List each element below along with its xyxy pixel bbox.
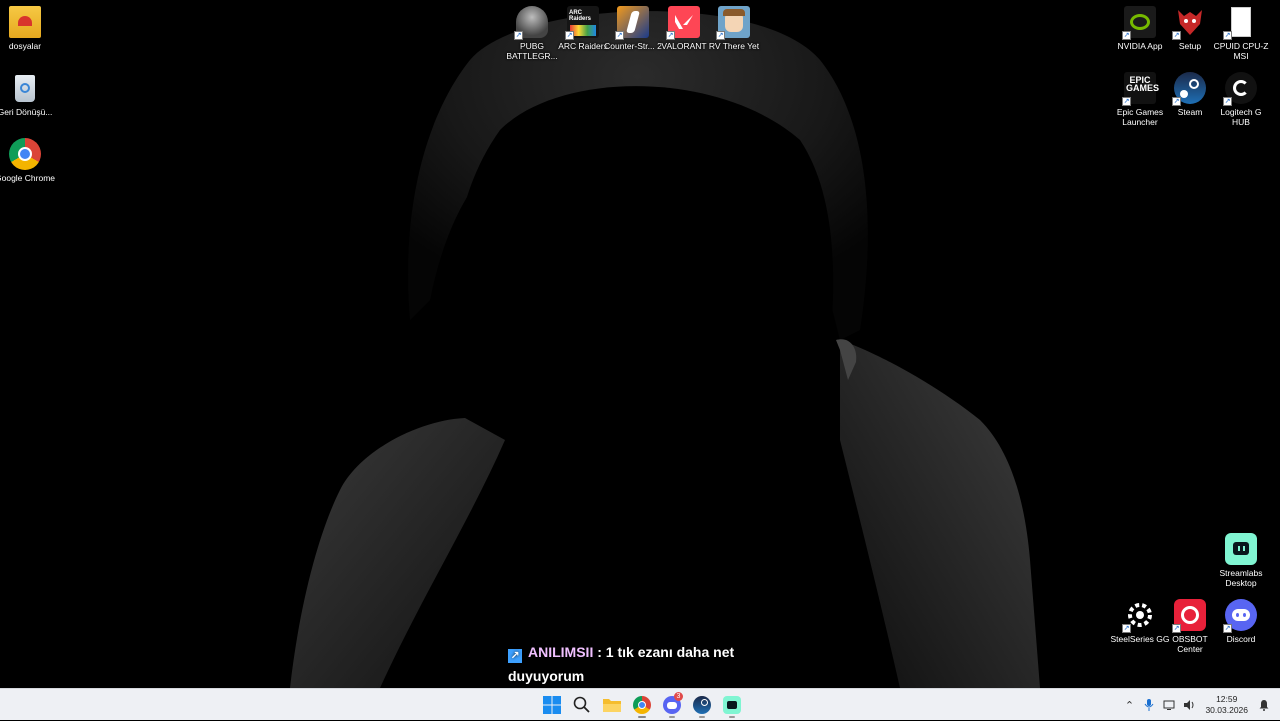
shortcut-arrow-icon: ↗ xyxy=(615,31,624,40)
desktop-icon-label: RV There Yet xyxy=(708,41,760,51)
chat-username: ANILIMSII xyxy=(528,644,594,660)
file-explorer-button[interactable] xyxy=(600,691,624,719)
desktop-icon-discord[interactable]: ↗ Discord xyxy=(1211,599,1271,644)
steam-icon xyxy=(693,696,711,714)
desktop-icon-label: CPUID CPU-Z MSI xyxy=(1213,41,1269,61)
steelseries-icon: ↗ xyxy=(1122,599,1156,633)
valorant-icon: ↗ xyxy=(666,6,700,40)
chrome-icon xyxy=(9,138,41,170)
obsbot-icon: ↗ xyxy=(1172,599,1206,633)
streamlabs-taskbar-button[interactable] xyxy=(720,691,744,719)
desktop-icon-label: Streamlabs Desktop xyxy=(1219,568,1263,588)
desktop-icon-cpuid-cpu-z[interactable]: ↗ CPUID CPU-Z MSI xyxy=(1211,6,1271,61)
epic-games-icon: EPIC GAMES ↗ xyxy=(1122,72,1160,106)
desktop-icon-label: Discord xyxy=(1226,634,1256,644)
notification-badge: 3 xyxy=(674,692,683,701)
system-tray: ⌃ 12:59 30.03.2026 xyxy=(1119,689,1280,721)
chat-badge-icon: ↗ xyxy=(508,649,522,663)
microphone-icon xyxy=(1145,699,1154,711)
notifications-button[interactable] xyxy=(1254,695,1274,715)
desktop-icon-recycle-bin[interactable]: Geri Dönüşü... xyxy=(0,72,55,117)
pubg-icon: ↗ xyxy=(514,6,548,40)
counter-strike-icon: ↗ xyxy=(615,6,649,40)
steam-taskbar-button[interactable] xyxy=(690,691,714,719)
network-icon xyxy=(1163,700,1175,710)
streamlabs-icon xyxy=(723,696,741,714)
desktop-icon-label: Google Chrome xyxy=(0,173,56,183)
windows-start-icon xyxy=(543,696,561,714)
discord-icon: ↗ xyxy=(1223,599,1257,633)
shortcut-arrow-icon: ↗ xyxy=(716,31,725,40)
shortcut-arrow-icon: ↗ xyxy=(1172,31,1181,40)
arc-logo-text: ARC Raiders xyxy=(569,10,592,22)
shortcut-arrow-icon: ↗ xyxy=(565,31,574,40)
logitech-icon: ↗ xyxy=(1223,72,1257,106)
desktop-icon-label: Logitech G HUB xyxy=(1220,107,1262,127)
bell-icon xyxy=(1259,700,1269,711)
shortcut-arrow-icon: ↗ xyxy=(1172,624,1181,633)
show-hidden-icons-button[interactable]: ⌃ xyxy=(1119,695,1139,715)
desktop-icon-dosyalar[interactable]: dosyalar xyxy=(0,6,55,51)
discord-taskbar-button[interactable]: 3 xyxy=(660,691,684,719)
network-button[interactable] xyxy=(1159,695,1179,715)
search-button[interactable] xyxy=(570,691,594,719)
start-button[interactable] xyxy=(540,691,564,719)
taskbar-apps: 3 xyxy=(540,689,744,721)
clock-date: 30.03.2026 xyxy=(1205,705,1248,715)
shortcut-arrow-icon: ↗ xyxy=(1223,97,1232,106)
clock[interactable]: 12:59 30.03.2026 xyxy=(1205,694,1248,716)
shortcut-arrow-icon: ↗ xyxy=(1122,97,1131,106)
shortcut-arrow-icon: ↗ xyxy=(514,31,523,40)
chevron-up-icon: ⌃ xyxy=(1124,699,1135,712)
search-icon xyxy=(573,696,590,713)
desktop-wallpaper xyxy=(0,0,1280,688)
desktop-icon-rv-there-yet[interactable]: ↗ RV There Yet xyxy=(704,6,764,51)
desktop-icon-logitech-g-hub[interactable]: ↗ Logitech G HUB xyxy=(1211,72,1271,127)
nvidia-icon: ↗ xyxy=(1122,6,1156,40)
stream-chat-overlay: ↗ ANILIMSII : 1 tık ezanı daha net duyuyo… xyxy=(508,640,768,688)
desktop-icon-streamlabs[interactable]: Streamlabs Desktop xyxy=(1211,533,1271,588)
shortcut-arrow-icon: ↗ xyxy=(1223,31,1232,40)
shortcut-arrow-icon: ↗ xyxy=(1122,624,1131,633)
rv-there-yet-icon: ↗ xyxy=(716,6,750,40)
clock-time: 12:59 xyxy=(1216,694,1238,704)
desktop-icon-label: dosyalar xyxy=(8,41,42,51)
shortcut-arrow-icon: ↗ xyxy=(666,31,675,40)
shortcut-arrow-icon: ↗ xyxy=(1223,624,1232,633)
arc-raiders-icon: ARC Raiders ↗ xyxy=(565,6,599,40)
setup-icon: ↗ xyxy=(1172,6,1206,40)
volume-icon xyxy=(1184,700,1194,710)
steam-icon: ↗ xyxy=(1172,72,1206,106)
epic-logo-text: EPIC GAMES xyxy=(1126,75,1160,93)
desktop-icon-label: Geri Dönüşü... xyxy=(0,107,53,117)
folder-icon xyxy=(9,6,41,38)
file-explorer-icon xyxy=(603,699,621,712)
recycle-bin-icon xyxy=(9,72,41,104)
volume-button[interactable] xyxy=(1179,695,1199,715)
shortcut-arrow-icon: ↗ xyxy=(1122,31,1131,40)
streamlabs-icon xyxy=(1225,533,1257,565)
microphone-button[interactable] xyxy=(1139,695,1159,715)
taskbar: 3 ⌃ 12:59 30.03.2026 xyxy=(0,688,1280,720)
file-icon: ↗ xyxy=(1223,6,1257,40)
desktop-icon-google-chrome[interactable]: Google Chrome xyxy=(0,138,55,183)
shortcut-arrow-icon: ↗ xyxy=(1172,97,1181,106)
chrome-icon xyxy=(633,696,651,714)
chrome-taskbar-button[interactable] xyxy=(630,691,654,719)
